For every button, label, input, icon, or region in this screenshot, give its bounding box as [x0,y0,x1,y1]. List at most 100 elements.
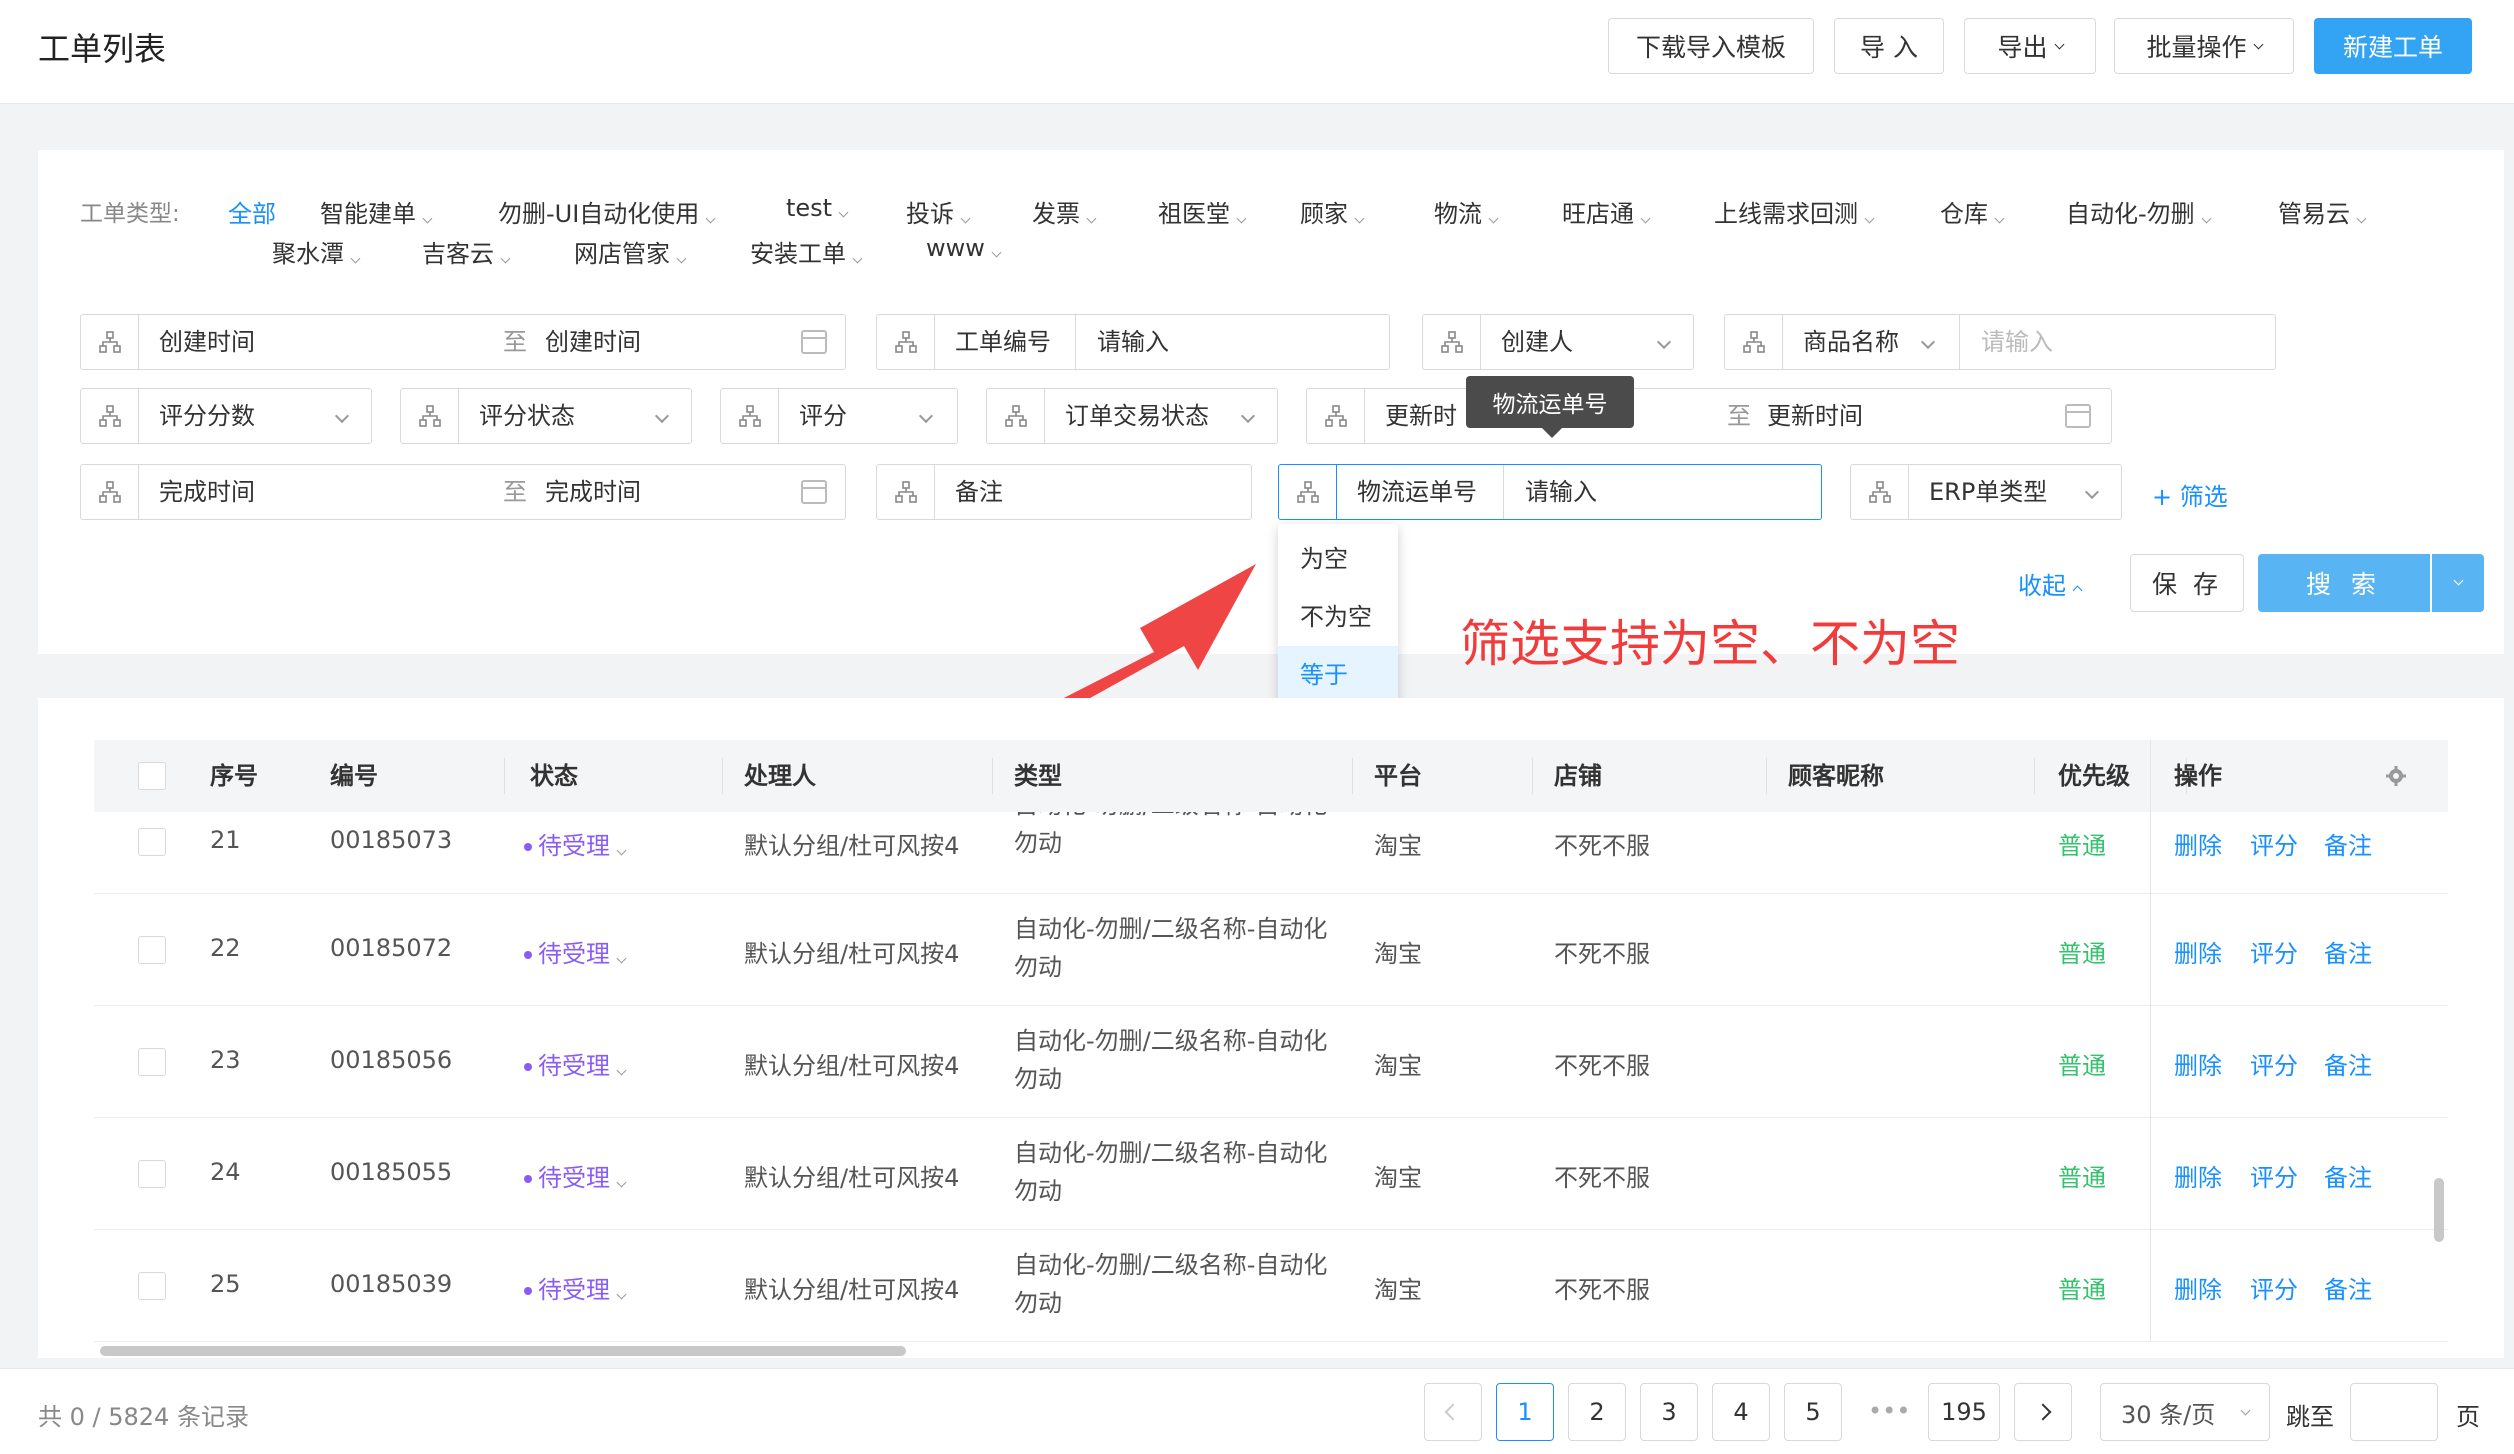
filter-mode-icon[interactable] [401,389,459,443]
filter-mode-icon[interactable] [987,389,1045,443]
ticket-type-16[interactable]: 网店管家 [574,234,687,269]
filter-mode-icon[interactable] [81,389,139,443]
row-status[interactable]: 待受理 [524,1270,627,1305]
ticket-type-8[interactable]: 物流 [1434,194,1499,229]
product-name-label[interactable]: 商品名称 [1803,315,1899,369]
filter-mode-icon[interactable] [877,315,935,369]
row-delete-link[interactable]: 删除 [2174,1158,2222,1193]
remark-label[interactable]: 备注 [955,465,1003,519]
ticket-type-3[interactable]: test [786,194,849,222]
update-time-start[interactable]: 更新时 [1385,389,1457,443]
page-4-button[interactable]: 4 [1712,1383,1770,1441]
collapse-button[interactable]: 收起 [2018,566,2083,601]
row-delete-link[interactable]: 删除 [2174,934,2222,969]
creator-select[interactable]: 创建人 [1422,314,1694,370]
row-status[interactable]: 待受理 [524,1158,627,1193]
created-time-start[interactable]: 创建时间 [159,315,255,369]
ticket-no-filter[interactable]: 工单编号 请输入 [876,314,1390,370]
ticket-type-4[interactable]: 投诉 [906,194,971,229]
row-remark-link[interactable]: 备注 [2324,1158,2372,1193]
ticket-type-10[interactable]: 上线需求回测 [1714,194,1875,229]
erp-type-select[interactable]: ERP单类型 [1850,464,2122,520]
remark-filter[interactable]: 备注 [876,464,1252,520]
table-row[interactable]: 24 00185055 待受理 默认分组/杜可风按4 自动化-勿删/二级名称-自动化勿动… [94,1118,2448,1230]
table-row[interactable]: 22 00185072 待受理 默认分组/杜可风按4 自动化-勿删/二级名称-自动化勿动… [94,894,2448,1006]
dropdown-option-empty[interactable]: 为空 [1278,530,1398,588]
filter-mode-icon[interactable] [721,389,779,443]
update-time-range[interactable]: 更新时 至 更新时间 [1306,388,2112,444]
new-ticket-button[interactable]: 新建工单 [2314,18,2472,74]
product-name-filter[interactable]: 商品名称 请输入 [1724,314,2276,370]
table-row[interactable]: 21 00185073 待受理 默认分组/杜可风按4 自动化-勿删/二级名称-自动化勿动… [94,812,2448,894]
logistics-no-input[interactable]: 请输入 [1525,465,1597,519]
dropdown-option-equals[interactable]: 等于 [1278,646,1398,704]
ticket-type-2[interactable]: 勿删-UI自动化使用 [498,194,716,229]
row-score-link[interactable]: 评分 [2250,826,2298,861]
order-status-select[interactable]: 订单交易状态 [986,388,1278,444]
row-remark-link[interactable]: 备注 [2324,934,2372,969]
search-button[interactable]: 搜 索 [2258,554,2430,612]
ticket-type-14[interactable]: 聚水潭 [272,234,361,269]
ticket-type-6[interactable]: 祖医堂 [1158,194,1247,229]
score-select[interactable]: 评分 [720,388,958,444]
add-filter-button[interactable]: + 筛选 [2152,477,2228,512]
page-3-button[interactable]: 3 [1640,1383,1698,1441]
filter-mode-icon[interactable] [1725,315,1783,369]
filter-mode-icon[interactable] [1307,389,1365,443]
filter-mode-icon[interactable] [1423,315,1481,369]
batch-operation-button[interactable]: 批量操作 [2114,18,2294,74]
import-button[interactable]: 导 入 [1834,18,1944,74]
page-size-select[interactable]: 30 条/页 [2100,1383,2270,1441]
ticket-type-1[interactable]: 智能建单 [320,194,433,229]
select-all-checkbox[interactable] [138,762,166,790]
row-delete-link[interactable]: 删除 [2174,826,2222,861]
row-score-link[interactable]: 评分 [2250,1270,2298,1305]
gear-icon[interactable] [2384,764,2408,788]
row-status[interactable]: 待受理 [524,826,627,861]
ticket-type-18[interactable]: www [926,234,1002,262]
row-delete-link[interactable]: 删除 [2174,1046,2222,1081]
jump-page-input[interactable] [2350,1383,2438,1441]
dropdown-option-not-empty[interactable]: 不为空 [1278,588,1398,646]
score-status-select[interactable]: 评分状态 [400,388,692,444]
horizontal-scrollbar[interactable] [100,1346,906,1356]
page-1-button[interactable]: 1 [1496,1383,1554,1441]
finish-time-start[interactable]: 完成时间 [159,465,255,519]
next-page-button[interactable] [2014,1383,2072,1441]
finish-time-range[interactable]: 完成时间 至 完成时间 [80,464,846,520]
score-value-select[interactable]: 评分分数 [80,388,372,444]
ticket-type-0[interactable]: 全部 [228,194,276,229]
row-status[interactable]: 待受理 [524,1046,627,1081]
page-last[interactable]: 195 [1928,1383,2000,1441]
page-2-button[interactable]: 2 [1568,1383,1626,1441]
update-time-end[interactable]: 更新时间 [1767,389,1863,443]
ticket-type-12[interactable]: 自动化-勿删 [2066,194,2212,229]
row-remark-link[interactable]: 备注 [2324,1270,2372,1305]
row-checkbox[interactable] [138,936,166,964]
page-ellipsis[interactable]: ••• [1868,1397,1910,1425]
filter-mode-icon[interactable] [81,465,139,519]
row-checkbox[interactable] [138,1048,166,1076]
product-name-input[interactable]: 请输入 [1981,315,2053,369]
page-5-button[interactable]: 5 [1784,1383,1842,1441]
ticket-no-input[interactable]: 请输入 [1097,315,1169,369]
filter-mode-icon[interactable] [1851,465,1909,519]
created-time-end[interactable]: 创建时间 [545,315,641,369]
filter-mode-icon[interactable] [81,315,139,369]
row-checkbox[interactable] [138,1160,166,1188]
row-score-link[interactable]: 评分 [2250,1158,2298,1193]
row-status[interactable]: 待受理 [524,934,627,969]
ticket-type-13[interactable]: 管易云 [2278,194,2367,229]
download-template-button[interactable]: 下载导入模板 [1608,18,1814,74]
finish-time-end[interactable]: 完成时间 [545,465,641,519]
ticket-type-7[interactable]: 顾家 [1300,194,1365,229]
ticket-type-17[interactable]: 安装工单 [750,234,863,269]
row-delete-link[interactable]: 删除 [2174,1270,2222,1305]
logistics-no-filter[interactable]: 物流运单号 请输入 [1278,464,1822,520]
filter-mode-icon[interactable] [1279,465,1337,519]
created-time-range[interactable]: 创建时间 至 创建时间 [80,314,846,370]
row-score-link[interactable]: 评分 [2250,934,2298,969]
table-row[interactable]: 23 00185056 待受理 默认分组/杜可风按4 自动化-勿删/二级名称-自动化勿动… [94,1006,2448,1118]
export-button[interactable]: 导出 [1964,18,2096,74]
filter-mode-icon[interactable] [877,465,935,519]
